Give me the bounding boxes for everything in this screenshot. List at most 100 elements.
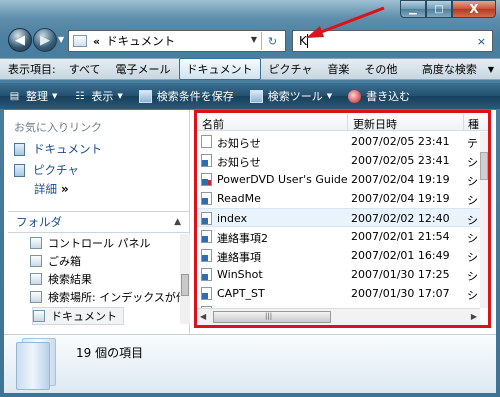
- file-date: 2007/02/04 19:19: [351, 192, 450, 205]
- save-icon: [138, 89, 152, 103]
- tab-email[interactable]: 電子メール: [109, 59, 178, 79]
- scroll-right-icon[interactable]: ▶: [471, 312, 477, 321]
- tree-scrollbar[interactable]: [180, 234, 190, 324]
- breadcrumb-current[interactable]: ドキュメント: [106, 33, 175, 49]
- search-input[interactable]: K ×: [292, 30, 493, 52]
- favorite-link-label: ドキュメント: [33, 142, 102, 156]
- file-row[interactable]: 連絡事項 2007/02/01 16:49 シ: [197, 246, 480, 265]
- file-type: シ: [467, 214, 478, 227]
- tree-scrollbar-thumb[interactable]: [181, 274, 189, 296]
- window-controls: ▁ □ X: [400, 0, 496, 20]
- file-row[interactable]: index 2007/02/02 12:40 シ: [197, 208, 480, 227]
- folders-header[interactable]: フォルダ ▲: [8, 211, 189, 233]
- file-type: シ: [467, 289, 478, 302]
- tree-item-search-results[interactable]: 検索結果: [30, 270, 92, 288]
- tree-item-label: ごみ箱: [48, 255, 81, 268]
- chevron-up-icon: ▲: [174, 217, 181, 227]
- back-button[interactable]: ◀: [8, 28, 32, 52]
- tab-pictures[interactable]: ピクチャ: [262, 59, 320, 79]
- more-links[interactable]: 詳細 »: [34, 181, 69, 197]
- burn-label: 書き込む: [366, 90, 411, 103]
- views-button[interactable]: ☷ 表示 ▼: [73, 88, 122, 104]
- advanced-dropdown-icon[interactable]: ▼: [488, 65, 494, 74]
- tree-item-label: ドキュメント: [51, 310, 117, 323]
- column-divider[interactable]: [463, 114, 464, 130]
- file-row[interactable]: PowerDVD User's Guide 2007/02/04 19:19 シ: [197, 170, 480, 189]
- item-count: 19 個の項目: [76, 346, 144, 360]
- tree-item-search-location[interactable]: 検索場所: インデックスが作成: [30, 288, 180, 306]
- column-divider[interactable]: [347, 114, 348, 130]
- folder-icon: [73, 35, 87, 47]
- search-tools-button[interactable]: 検索ツール ▼: [249, 88, 332, 104]
- save-search-label: 検索条件を保存: [156, 90, 234, 103]
- organize-button[interactable]: ▤ 整理 ▼: [8, 88, 58, 104]
- file-list-vertical-scrollbar[interactable]: [480, 132, 488, 308]
- search-icon: [30, 273, 42, 285]
- column-name[interactable]: 名前: [202, 116, 224, 132]
- maximize-button[interactable]: □: [426, 0, 452, 18]
- tree-item-control-panel[interactable]: コントロール パネル: [30, 234, 151, 252]
- shortcut-icon: [201, 249, 212, 262]
- tab-music[interactable]: 音楽: [320, 59, 356, 79]
- file-row[interactable]: お知らせ 2007/02/05 23:41 テ: [197, 132, 480, 151]
- file-date: 2007/01/30 17:25: [351, 268, 450, 281]
- favorite-link-pictures[interactable]: ピクチャ: [14, 162, 79, 178]
- favorite-link-label: ピクチャ: [33, 163, 79, 177]
- shortcut-icon: [201, 192, 212, 205]
- file-name: ReadMe: [217, 192, 261, 205]
- favorite-link-documents[interactable]: ドキュメント: [14, 141, 102, 157]
- address-row: ◀ ▶ ▼ « ドキュメント ▼ ↻ K ×: [0, 22, 500, 56]
- main-content: お気に入りリンク ドキュメント ピクチャ 詳細 » フォルダ ▲ コントロール パ…: [4, 110, 496, 334]
- file-row[interactable]: お知らせ 2007/02/05 23:41 シ: [197, 151, 480, 170]
- pictures-icon: [14, 163, 25, 177]
- minimize-button[interactable]: ▁: [400, 0, 426, 18]
- pdf-file-icon: [201, 173, 212, 186]
- file-row[interactable]: ReadMe 2007/02/04 19:19 シ: [197, 189, 480, 208]
- file-row[interactable]: WinShot 2007/01/30 17:25 シ: [197, 265, 480, 284]
- tab-all[interactable]: すべて: [62, 59, 108, 79]
- file-type: テ: [467, 137, 478, 150]
- chevron-down-icon: ▼: [117, 92, 123, 100]
- save-search-button[interactable]: 検索条件を保存: [138, 88, 234, 104]
- clear-search-button[interactable]: ×: [477, 35, 486, 48]
- more-links-label: 詳細: [34, 182, 57, 196]
- vertical-scrollbar-thumb[interactable]: [480, 152, 488, 180]
- organize-icon: ▤: [9, 90, 20, 102]
- advanced-search-button[interactable]: 高度な検索: [415, 59, 484, 79]
- documents-icon: [33, 310, 45, 322]
- tab-documents[interactable]: ドキュメント: [178, 58, 261, 80]
- file-list-panel: 名前 更新日時 種 お知らせ 2007/02/05 23:41 テお知らせ 2007/…: [194, 110, 491, 328]
- tab-other[interactable]: その他: [357, 59, 404, 79]
- command-bar: ▤ 整理 ▼ ☷ 表示 ▼ 検索条件を保存 検索ツール ▼ 書き込む: [0, 83, 500, 109]
- views-icon: ☷: [75, 90, 85, 102]
- file-type: シ: [467, 270, 478, 283]
- favorites-header: お気に入りリンク: [14, 121, 102, 134]
- explorer-window: ▁ □ X ◀ ▶ ▼ « ドキュメント ▼ ↻ K × 表示項目: すべて 電…: [0, 0, 500, 397]
- control-panel-icon: [30, 237, 42, 249]
- scroll-left-icon[interactable]: ◀: [200, 312, 206, 321]
- column-date[interactable]: 更新日時: [353, 116, 397, 132]
- file-date: 2007/02/01 16:49: [351, 249, 450, 262]
- file-type: シ: [467, 156, 478, 169]
- address-dropdown-icon[interactable]: ▼: [251, 35, 257, 44]
- burn-button[interactable]: 書き込む: [348, 88, 410, 104]
- tree-item-documents[interactable]: ドキュメント: [32, 307, 124, 325]
- column-type[interactable]: 種: [468, 116, 479, 132]
- file-row[interactable]: 連絡事項2 2007/02/01 21:54 シ: [197, 227, 480, 246]
- recent-pages-dropdown-icon[interactable]: ▼: [58, 35, 64, 44]
- file-row[interactable]: CAPT_ST 2007/01/30 17:07 シ: [197, 284, 480, 303]
- refresh-button[interactable]: ↻: [261, 32, 283, 50]
- double-chevron-icon: »: [61, 182, 69, 196]
- file-name: 連絡事項2: [217, 232, 268, 245]
- file-list-horizontal-scrollbar[interactable]: ◀ ||| ▶: [197, 308, 480, 325]
- file-rows: お知らせ 2007/02/05 23:41 テお知らせ 2007/02/05 23:4…: [197, 132, 480, 322]
- filter-label: 表示項目:: [8, 63, 56, 76]
- tree-item-recycle-bin[interactable]: ごみ箱: [30, 252, 81, 270]
- forward-button[interactable]: ▶: [33, 28, 57, 52]
- file-type: シ: [467, 232, 478, 245]
- file-name: CAPT_ST: [217, 287, 265, 300]
- address-bar[interactable]: « ドキュメント ▼ ↻: [68, 30, 286, 52]
- search-tools-icon: [249, 89, 263, 103]
- close-button[interactable]: X: [452, 0, 496, 18]
- breadcrumb-overflow[interactable]: «: [93, 35, 100, 48]
